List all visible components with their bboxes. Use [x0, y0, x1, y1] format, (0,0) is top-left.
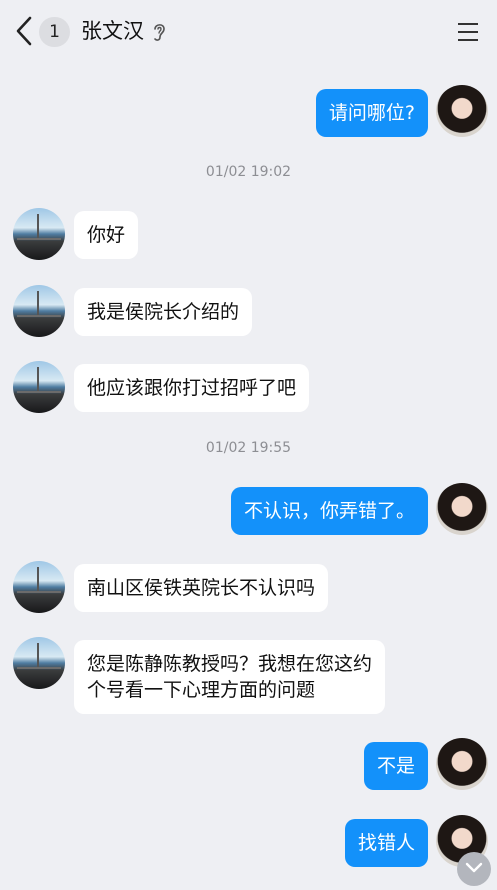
- menu-icon[interactable]: [456, 20, 480, 44]
- message-line: 您是陈静陈教授吗？我想在您这约: [87, 653, 373, 675]
- message-bubble-mine[interactable]: 找错人: [344, 819, 428, 867]
- chat-header: 1 张文汉: [0, 0, 497, 62]
- message-bubble-mine[interactable]: 不认识，你弄错了。: [230, 487, 428, 535]
- message-line: 个号看一下心理方面的问题: [87, 679, 316, 701]
- chevron-down-icon: [465, 862, 483, 873]
- message-bubble-contact[interactable]: 你好: [74, 211, 139, 259]
- contact-avatar[interactable]: [13, 637, 65, 689]
- message-timestamp: 01/02 19:02: [205, 164, 292, 180]
- back-chevron-icon[interactable]: [12, 14, 38, 48]
- ear-icon: [154, 24, 165, 41]
- message-timestamp: 01/02 19:55: [205, 440, 292, 456]
- my-avatar[interactable]: [436, 738, 488, 790]
- message-bubble-mine[interactable]: 不是: [363, 742, 428, 790]
- message-bubble-contact[interactable]: 我是侯院长介绍的: [74, 288, 253, 336]
- contact-avatar[interactable]: [13, 561, 65, 613]
- message-bubble-mine[interactable]: 请问哪位?: [315, 89, 428, 137]
- message-bubble-contact[interactable]: 您是陈静陈教授吗？我想在您这约 个号看一下心理方面的问题: [74, 640, 386, 714]
- unread-count-badge[interactable]: 1: [39, 17, 70, 47]
- scroll-to-bottom-button[interactable]: [457, 852, 491, 886]
- my-avatar[interactable]: [436, 483, 488, 535]
- contact-avatar[interactable]: [13, 285, 65, 337]
- contact-avatar[interactable]: [13, 208, 65, 260]
- contact-avatar[interactable]: [13, 361, 65, 413]
- message-bubble-contact[interactable]: 他应该跟你打过招呼了吧: [74, 364, 310, 412]
- my-avatar[interactable]: [436, 85, 488, 137]
- message-bubble-contact[interactable]: 南山区侯铁英院长不认识吗: [74, 564, 329, 612]
- contact-name[interactable]: 张文汉: [81, 16, 144, 46]
